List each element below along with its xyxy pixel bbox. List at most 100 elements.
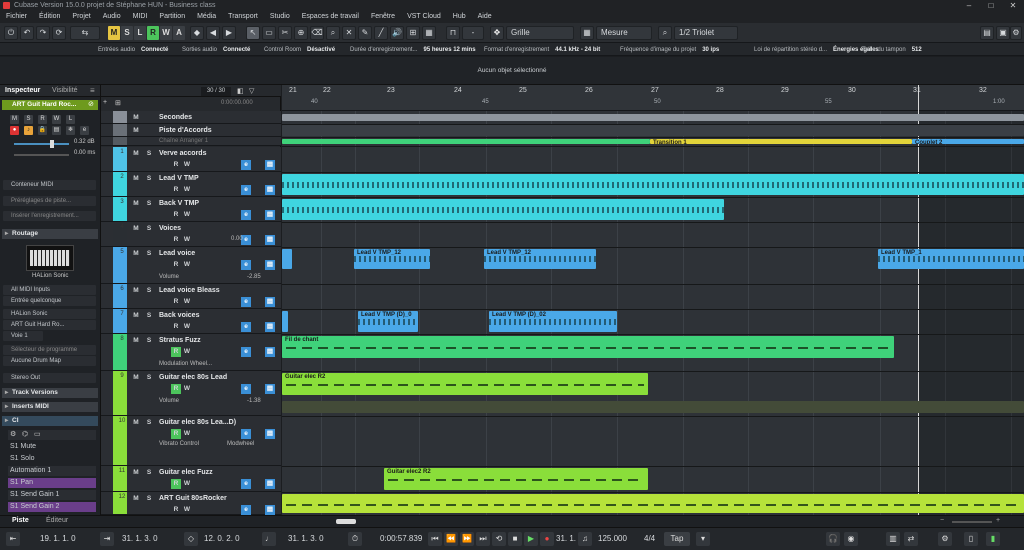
track-monitor-icon[interactable]: ▤ <box>265 185 275 195</box>
track-row[interactable]: 7 M S Back voices R We ▤ <box>101 309 281 334</box>
headphones-icon[interactable]: 🎧 <box>826 532 840 546</box>
track-write-button[interactable]: W <box>182 479 192 489</box>
midi-input-select[interactable]: All MIDI Inputs <box>3 285 96 295</box>
line-tool-icon[interactable]: ╱ <box>374 26 388 40</box>
track-monitor-icon[interactable]: ▤ <box>265 347 275 357</box>
track-mute-button[interactable]: M <box>131 373 141 383</box>
track-name[interactable]: Back voices <box>159 312 199 319</box>
arranger-couplet[interactable]: Couplet 2 <box>912 139 1024 144</box>
section-track-versions[interactable]: Track Versions <box>2 388 98 398</box>
insp-listen-button[interactable]: L <box>66 115 75 124</box>
insp-delay-value[interactable]: 0.00 ms <box>74 150 95 156</box>
track-monitor-icon[interactable]: ▤ <box>265 297 275 307</box>
punch-position[interactable]: 12. 0. 2. 0 <box>204 534 240 543</box>
track-monitor-icon[interactable]: ▤ <box>265 322 275 332</box>
automation-follow-icon[interactable]: ◆ <box>190 26 204 40</box>
track-read-button[interactable]: R <box>171 260 181 270</box>
track-row[interactable]: M Secondes <box>101 111 281 124</box>
solo-mode-button[interactable]: S <box>121 26 133 40</box>
track-monitor-icon[interactable]: ▤ <box>265 479 275 489</box>
mute-tool-icon[interactable]: ✕ <box>342 26 356 40</box>
time-format-icon[interactable]: ⏱ <box>348 532 362 546</box>
lead-voice-volume-value[interactable]: -2.85 <box>247 274 261 280</box>
track-row[interactable]: 6 M S Lead voice Bleass R We ▤ <box>101 284 281 309</box>
minimize-button[interactable]: – <box>958 0 980 11</box>
track-name[interactable]: Secondes <box>159 114 192 121</box>
track-solo-button[interactable]: S <box>144 418 154 428</box>
menu-item-9[interactable]: Espaces de travail <box>302 11 359 23</box>
drum-map-select[interactable]: Aucune Drum Map <box>3 356 96 366</box>
track-write-button[interactable]: W <box>182 297 192 307</box>
track-edit-channel-icon[interactable]: e <box>241 297 251 307</box>
insp-freeze-icon[interactable]: ❄ <box>66 126 75 135</box>
track-edit-channel-icon[interactable]: e <box>241 429 251 439</box>
range-tool-icon[interactable]: ▭ <box>262 26 276 40</box>
speaker-icon[interactable]: ◉ <box>844 532 858 546</box>
track-row[interactable]: 11 M S Guitar elec Fuzz R We ▤ <box>101 466 281 492</box>
status-item-5[interactable]: Fréquence d'image du projet 30 ips <box>620 45 719 55</box>
window-zones-icon[interactable]: ▤ <box>980 26 994 40</box>
input-channel-select[interactable]: Entrée quelconque <box>3 296 96 306</box>
insp-lock-icon[interactable]: 🔒 <box>38 126 47 135</box>
mute-mode-button[interactable]: M <box>108 26 120 40</box>
track-mute-button[interactable]: M <box>131 224 141 234</box>
menu-item-0[interactable]: Fichier <box>6 11 27 23</box>
modwheel-label[interactable]: Modwheel <box>227 441 254 447</box>
snap-dash-select[interactable]: - <box>462 26 484 40</box>
track-row[interactable]: Chaîne Arranger 1 <box>101 137 281 146</box>
inspector-menu-icon[interactable]: ≡ <box>90 86 95 95</box>
track-edit-channel-icon[interactable]: e <box>241 322 251 332</box>
play-tool-icon[interactable]: 🔊 <box>390 26 404 40</box>
track-name[interactable]: Chaîne Arranger 1 <box>159 138 208 144</box>
track-solo-button[interactable]: S <box>144 149 154 159</box>
status-item-1[interactable]: Sorties audio Connecté <box>182 45 250 55</box>
stratus-fuzz-clip[interactable]: Fil de chant <box>282 336 894 358</box>
menu-item-3[interactable]: Audio <box>103 11 121 23</box>
track-solo-button[interactable]: S <box>144 494 154 504</box>
insp-mute-button[interactable]: M <box>10 115 19 124</box>
menu-item-10[interactable]: Fenêtre <box>371 11 395 23</box>
voices-value[interactable]: 0.00 <box>231 236 243 242</box>
track-read-button[interactable]: R <box>171 479 181 489</box>
tab-editor[interactable]: Éditeur <box>46 517 68 524</box>
menu-item-8[interactable]: Studio <box>270 11 290 23</box>
comp-tool-icon[interactable]: ⊞ <box>406 26 420 40</box>
track-mute-button[interactable]: M <box>131 113 141 123</box>
track-edit-channel-icon[interactable]: e <box>241 185 251 195</box>
section-routing[interactable]: Routage <box>2 229 98 239</box>
track-monitor-icon[interactable]: ▤ <box>265 235 275 245</box>
nudge-icon[interactable]: ▶ <box>222 26 236 40</box>
tap-tempo-button[interactable]: Tap <box>664 532 690 546</box>
track-write-button[interactable]: W <box>182 384 192 394</box>
status-item-3[interactable]: Durée d'enregistrement... 95 heures 12 mi… <box>350 45 476 55</box>
right-locator[interactable]: 31. 1. 3. 0 <box>122 534 158 543</box>
audio-activity-icon[interactable]: ▮ <box>986 532 1000 546</box>
stratus-modwheel-label[interactable]: Modulation Wheel... <box>159 361 212 367</box>
snap-type-select[interactable]: Grille <box>506 26 574 40</box>
track-write-button[interactable]: W <box>182 505 192 515</box>
redo-icon[interactable]: ↷ <box>36 26 50 40</box>
track-presets-select[interactable]: Préréglages de piste... <box>3 196 96 206</box>
chord-track-lane[interactable] <box>282 125 1024 136</box>
track-monitor-icon[interactable]: ▤ <box>265 260 275 270</box>
track-edit-channel-icon[interactable]: e <box>241 260 251 270</box>
go-end-icon[interactable]: ⏭ <box>476 532 490 546</box>
track-solo-button[interactable]: S <box>144 286 154 296</box>
guitar-fuzz-clip[interactable]: Guitar elec2 R2 <box>384 468 648 490</box>
menu-item-7[interactable]: Transport <box>228 11 258 23</box>
menu-item-13[interactable]: Aide <box>478 11 492 23</box>
track-name[interactable]: Lead V TMP <box>159 175 199 182</box>
metronome-icon[interactable]: ♫ <box>578 532 592 546</box>
scissors-tool-icon[interactable]: ✂ <box>278 26 292 40</box>
arranger-transition[interactable]: Transition 1 <box>650 139 912 144</box>
transport-settings-icon[interactable]: ⚙ <box>938 532 952 546</box>
go-start-icon[interactable]: ⏮ <box>428 532 442 546</box>
track-write-button[interactable]: W <box>182 429 192 439</box>
back-voices-clip-2[interactable]: Lead V TMP (D)_02 <box>489 311 617 332</box>
voice-select[interactable]: Voie 1 <box>3 331 43 341</box>
read-mode-button[interactable]: R <box>147 26 159 40</box>
section-inserts-midi[interactable]: Inserts MIDI <box>2 402 98 412</box>
track-name[interactable]: Voices <box>159 225 181 232</box>
pointer-tool-icon[interactable]: ↖ <box>246 26 260 40</box>
sync-icon[interactable]: ⇄ <box>904 532 918 546</box>
